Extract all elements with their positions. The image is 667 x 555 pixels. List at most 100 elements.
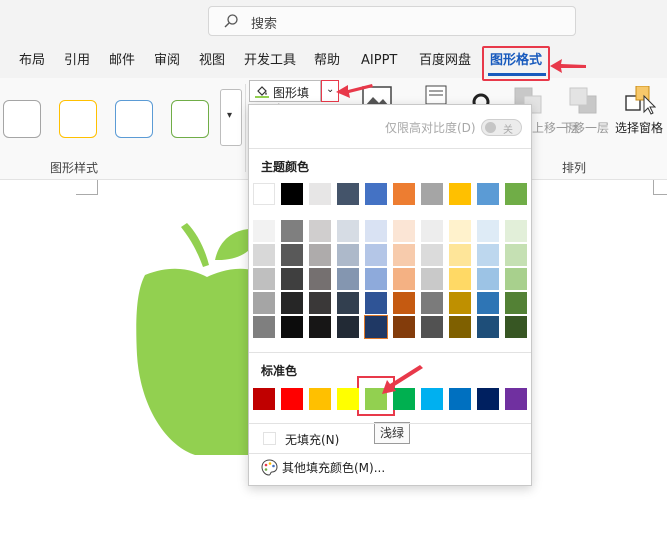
theme-color-swatch[interactable] [505,183,527,205]
theme-shade-swatch[interactable] [449,220,471,242]
theme-shade-swatch[interactable] [505,244,527,266]
theme-shade-swatch[interactable] [449,268,471,290]
standard-color-swatch[interactable] [505,388,527,410]
theme-color-swatch[interactable] [337,183,359,205]
tab-review[interactable]: 审阅 [154,44,180,78]
no-fill-swatch[interactable] [263,432,276,445]
standard-color-swatch[interactable] [253,388,275,410]
theme-color-swatch[interactable] [365,183,387,205]
theme-shade-swatch[interactable] [421,316,443,338]
theme-shade-swatch[interactable] [337,292,359,314]
theme-shade-swatch[interactable] [505,220,527,242]
theme-color-swatch[interactable] [281,183,303,205]
theme-shade-swatch[interactable] [505,268,527,290]
shape-style-gray[interactable] [3,100,41,138]
send-backward-icon[interactable] [568,86,598,114]
theme-shade-swatch[interactable] [393,268,415,290]
standard-color-swatch[interactable] [449,388,471,410]
more-gallery-icon: ▾ [227,110,233,121]
standard-color-swatch[interactable] [281,388,303,410]
theme-shade-swatch[interactable] [309,268,331,290]
tab-view[interactable]: 视图 [199,44,225,78]
theme-shade-swatch[interactable] [477,220,499,242]
theme-shade-swatch[interactable] [393,316,415,338]
theme-color-swatch[interactable] [421,183,443,205]
tab-references[interactable]: 引用 [64,44,90,78]
high-contrast-toggle[interactable]: 关 [481,119,522,136]
shape-style-gold[interactable] [59,100,97,138]
more-fill-colors-option[interactable]: 其他填充颜色(M)... [282,459,385,476]
theme-shade-swatch[interactable] [421,268,443,290]
theme-shade-swatch[interactable] [421,292,443,314]
send-backward-label[interactable]: 下移一层 [561,119,609,136]
theme-shade-swatch[interactable] [477,268,499,290]
tab-aippt[interactable]: AIPPT [361,44,397,78]
theme-shade-swatch[interactable] [477,292,499,314]
theme-color-swatch[interactable] [253,183,275,205]
shape-style-green[interactable] [171,100,209,138]
theme-shade-swatch[interactable] [253,292,275,314]
theme-shade-swatch[interactable] [253,244,275,266]
theme-shade-swatch[interactable] [365,292,387,314]
theme-shade-swatch[interactable] [365,220,387,242]
theme-shade-swatch[interactable] [253,316,275,338]
selection-pane-label[interactable]: 选择窗格 [615,119,663,136]
theme-shade-swatch[interactable] [393,292,415,314]
theme-shade-swatch[interactable] [365,268,387,290]
theme-shade-swatch[interactable] [421,244,443,266]
tab-mailings[interactable]: 邮件 [109,44,135,78]
theme-shade-swatch[interactable] [421,220,443,242]
theme-shade-swatch[interactable] [337,244,359,266]
tab-baidu-netdisk[interactable]: 百度网盘 [419,44,471,78]
theme-shade-swatch[interactable] [393,220,415,242]
theme-shade-swatch[interactable] [477,244,499,266]
theme-shade-swatch[interactable] [253,220,275,242]
tab-help[interactable]: 帮助 [314,44,340,78]
theme-shade-swatch[interactable] [337,268,359,290]
theme-color-swatch[interactable] [309,183,331,205]
page-margin-mark-left [76,180,98,195]
theme-shade-swatch[interactable] [309,292,331,314]
tab-layout[interactable]: 布局 [19,44,45,78]
theme-shade-swatch[interactable] [365,244,387,266]
standard-color-swatch[interactable] [337,388,359,410]
theme-shade-swatch[interactable] [393,244,415,266]
theme-color-swatch[interactable] [393,183,415,205]
style-gallery-more-button[interactable]: ▾ [220,89,242,146]
no-fill-option[interactable]: 无填充(N) [285,431,339,448]
theme-shade-swatch[interactable] [364,315,388,339]
theme-shade-swatch[interactable] [309,316,331,338]
theme-shade-swatch[interactable] [281,268,303,290]
apple-shape[interactable] [125,205,265,455]
standard-color-swatch[interactable] [477,388,499,410]
theme-shade-swatch[interactable] [253,268,275,290]
shape-style-blue[interactable] [115,100,153,138]
color-tooltip: 浅绿 [374,422,410,444]
theme-shade-swatch[interactable] [449,244,471,266]
annotation-arrow-tab [550,59,586,73]
theme-shade-swatch[interactable] [449,292,471,314]
text-wrap-icon[interactable] [424,84,448,106]
theme-shade-swatch[interactable] [337,220,359,242]
theme-shade-swatch[interactable] [309,244,331,266]
theme-shade-swatch[interactable] [505,292,527,314]
theme-color-swatch[interactable] [477,183,499,205]
tab-developer[interactable]: 开发工具 [244,44,296,78]
theme-shade-swatch[interactable] [281,244,303,266]
annotation-arrow-dropdown [336,84,373,98]
theme-shade-swatch[interactable] [281,292,303,314]
title-bar: 搜索 [0,0,667,44]
standard-color-swatch[interactable] [309,388,331,410]
toggle-knob [485,122,496,133]
theme-shade-swatch[interactable] [281,220,303,242]
theme-shade-swatch[interactable] [449,316,471,338]
search-box[interactable]: 搜索 [208,6,576,36]
theme-shade-swatch[interactable] [477,316,499,338]
theme-color-swatch[interactable] [449,183,471,205]
shape-fill-button[interactable]: 图形填充 [249,80,321,117]
selection-pane-icon[interactable] [624,86,656,116]
theme-shade-swatch[interactable] [309,220,331,242]
theme-shade-swatch[interactable] [281,316,303,338]
theme-shade-swatch[interactable] [337,316,359,338]
theme-shade-swatch[interactable] [505,316,527,338]
